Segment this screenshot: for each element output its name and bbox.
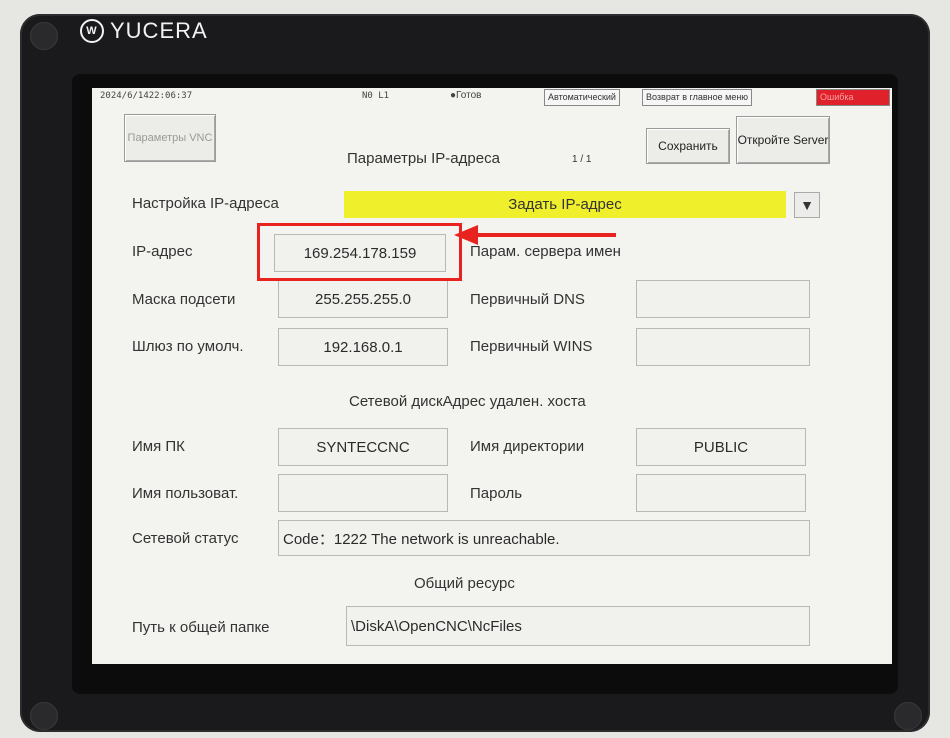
dns-field[interactable]	[636, 280, 810, 318]
wins-field[interactable]	[636, 328, 810, 366]
annotation-arrow	[476, 233, 616, 237]
yucera-logo-icon: W	[80, 19, 104, 43]
ip-highlight-box	[257, 223, 462, 281]
password-label: Пароль	[470, 485, 523, 502]
wins-label: Первичный WINS	[470, 338, 593, 355]
screen: 2024/6/1422:06:37 N0 L1 ●Готов Автоматич…	[92, 88, 892, 664]
password-field[interactable]	[636, 474, 806, 512]
gateway-field[interactable]: 192.168.0.1	[278, 328, 448, 366]
error-badge[interactable]: Ошибка	[816, 89, 890, 106]
mask-field[interactable]: 255.255.255.0	[278, 280, 448, 318]
ready-status: ●Готов	[450, 90, 482, 101]
dns-label: Первичный DNS	[470, 291, 585, 308]
screw-icon	[894, 702, 922, 730]
network-status-field: Code：1222 The network is unreachable.	[278, 520, 810, 556]
username-field[interactable]	[278, 474, 448, 512]
screw-icon	[30, 22, 58, 50]
share-section-label: Общий ресурс	[414, 575, 515, 592]
screw-icon	[30, 702, 58, 730]
ip-label: IP-адрес	[132, 243, 193, 260]
page-title: Параметры IP-адреса	[347, 150, 500, 167]
status-bar: 2024/6/1422:06:37 N0 L1 ●Готов Автоматич…	[92, 88, 892, 106]
dns-section-label: Парам. сервера имен	[470, 243, 621, 260]
save-button[interactable]: Сохранить	[646, 128, 730, 164]
open-server-button[interactable]: Откройте Server	[736, 116, 830, 164]
dropdown-arrow-icon[interactable]: ▼	[794, 192, 820, 218]
directory-field[interactable]: PUBLIC	[636, 428, 806, 466]
brand-name: YUCERA	[110, 18, 208, 43]
pc-name-field[interactable]: SYNTECCNC	[278, 428, 448, 466]
gateway-label: Шлюз по умолч.	[132, 338, 244, 355]
share-path-label: Путь к общей папке	[132, 619, 270, 636]
vnc-params-button[interactable]: Параметры VNC	[124, 114, 216, 162]
network-status-label: Сетевой статус	[132, 530, 239, 547]
mask-label: Маска подсети	[132, 291, 236, 308]
username-label: Имя пользоват.	[132, 485, 239, 502]
page-indicator: 1 / 1	[572, 154, 592, 165]
netdisk-section-label: Сетевой дискАдрес удален. хоста	[349, 393, 586, 410]
ip-setting-label: Настройка IP-адреса	[132, 195, 279, 212]
ip-setting-dropdown[interactable]: Задать IP-адрес	[344, 191, 786, 218]
program-line: N0 L1	[362, 91, 390, 101]
directory-label: Имя директории	[470, 438, 585, 455]
datetime: 2024/6/1422:06:37	[100, 91, 193, 101]
brand-logo: W YUCERA	[80, 18, 208, 44]
screen-bottom-bezel	[92, 664, 892, 686]
share-path-field[interactable]: \DiskA\OpenCNC\NcFiles	[346, 606, 810, 646]
arrow-head-icon	[454, 225, 478, 245]
return-main-button[interactable]: Возврат в главное меню	[642, 89, 753, 106]
pc-name-label: Имя ПК	[132, 438, 185, 455]
mode-badge: Автоматический	[544, 89, 620, 106]
